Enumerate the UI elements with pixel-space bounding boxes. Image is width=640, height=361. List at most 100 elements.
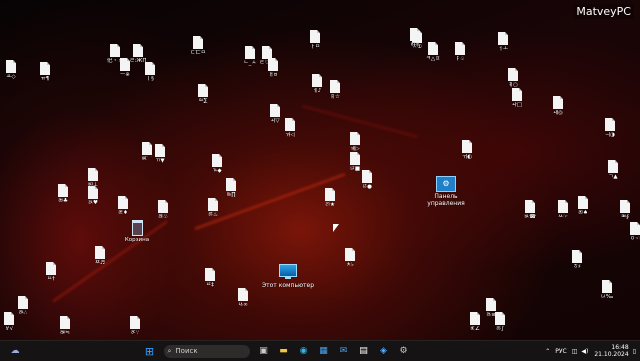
file-shortcut[interactable]: ㅳ∠ (452, 312, 498, 332)
file-label: ㅫ≒ (60, 330, 70, 336)
file-shortcut[interactable]: ㄵ■ (332, 152, 378, 172)
file-shortcut[interactable]: ㄳ◆ (194, 154, 240, 174)
file-label: ㄳ◆ (212, 168, 222, 174)
file-label: ㅣ§ (146, 76, 154, 82)
file-shortcut[interactable]: ㅴ⊥ (70, 168, 116, 188)
file-shortcut[interactable]: ㅦ‡ (187, 268, 233, 288)
file-label: ㅏㅁ (309, 44, 321, 50)
start-button[interactable]: ⊞ (143, 344, 157, 358)
file-shortcut[interactable]: ㅆ☞ (540, 200, 586, 220)
file-shortcut[interactable]: ㅇ☜ (612, 222, 640, 242)
document-icon (362, 170, 372, 183)
file-shortcut[interactable]: ㅠ¶ (22, 62, 68, 82)
language-indicator[interactable]: РУС (555, 348, 566, 355)
task-view-icon[interactable]: ▣ (257, 344, 271, 358)
settings-icon[interactable]: ⚙ (397, 344, 411, 358)
file-shortcut[interactable]: ㅣ§ (127, 62, 173, 82)
file-label: ㅨ∞ (238, 302, 248, 308)
file-shortcut[interactable]: ㅫ≒ (42, 316, 88, 336)
document-icon (508, 68, 518, 81)
file-label: ㅥ† (47, 276, 55, 282)
file-shortcut[interactable]: ㅏㅁ (292, 30, 338, 50)
file-label: ㅢ◑ (605, 132, 615, 138)
file-shortcut[interactable]: ㅱ√ (0, 312, 32, 332)
file-shortcut[interactable]: ㅰ∏ (208, 178, 254, 198)
file-label: ㅐ¤ (268, 72, 278, 78)
document-icon (95, 246, 105, 259)
file-shortcut[interactable]: ㅊ♭ (327, 248, 373, 268)
file-shortcut[interactable]: ㅮ∮ (602, 200, 640, 220)
file-shortcut[interactable]: ㅝ◁ (267, 118, 313, 138)
file-shortcut[interactable]: ㅘ□ (494, 88, 540, 108)
document-icon (345, 248, 355, 261)
document-icon (142, 142, 152, 155)
file-shortcut[interactable]: ㅉ♬ (77, 246, 123, 266)
file-shortcut[interactable]: ㅑ♤ (437, 42, 483, 62)
file-shortcut[interactable]: ㅙ◎ (535, 96, 581, 116)
clock[interactable]: 16:48 21.10.2024 (594, 344, 628, 358)
notifications-icon[interactable]: ▯ (633, 348, 636, 355)
file-shortcut[interactable]: ㅞ▷ (332, 132, 378, 152)
clock-time: 16:48 (611, 344, 629, 351)
chevron-up-icon[interactable]: ⌃ (545, 348, 550, 355)
file-shortcut[interactable]: ㅢ◑ (587, 118, 633, 138)
file-label: ㅀ♨ (208, 212, 218, 218)
control-panel-icon: ⚙ (436, 176, 456, 192)
recycle-bin-shortcut[interactable]: Корзина (114, 220, 160, 243)
file-shortcut[interactable]: ㅀ♨ (190, 198, 236, 218)
this-pc-shortcut[interactable]: Этот компьютер (260, 264, 316, 289)
file-shortcut[interactable]: ㅟ◐ (444, 140, 490, 160)
weather-widget-icon[interactable]: ☁ (8, 344, 22, 358)
document-icon (605, 118, 615, 131)
document-icon (212, 154, 222, 167)
document-icon (462, 140, 472, 153)
file-shortcut[interactable]: ㅲ∝ (392, 28, 438, 48)
search-box[interactable]: ⌕ Поиск (163, 344, 250, 358)
file-shortcut[interactable]: ㅎ♯ (554, 250, 600, 270)
file-shortcut[interactable]: ㅐ¤ (250, 58, 296, 78)
file-label: ㅑ♤ (455, 56, 465, 62)
file-label: ㅲ∝ (410, 42, 420, 48)
file-shortcut[interactable]: ㄱ▲ (590, 160, 636, 180)
volume-icon[interactable]: ◀) (581, 348, 588, 355)
network-icon[interactable]: ◫ (572, 348, 578, 355)
document-icon (208, 198, 218, 211)
file-label: ㄺ★ (325, 202, 335, 208)
file-shortcut[interactable]: ㅥ† (28, 262, 74, 282)
file-shortcut[interactable]: ㅧ‰ (584, 280, 630, 300)
file-label: ㅒ☆ (330, 94, 340, 100)
document-icon (40, 62, 50, 75)
mail-icon[interactable]: ✉ (337, 344, 351, 358)
file-shortcut[interactable]: ㄿ♧ (140, 200, 186, 220)
control-panel-shortcut[interactable]: ⚙ Панель управления (418, 176, 474, 207)
file-label: ㅇ☜ (630, 236, 640, 242)
document-icon (572, 250, 582, 263)
document-icon (6, 60, 16, 73)
file-label: ㄱ▲ (608, 174, 618, 180)
file-shortcut[interactable]: ㅨ∞ (220, 288, 266, 308)
edge-browser-icon[interactable]: ◉ (297, 344, 311, 358)
document-icon (18, 296, 28, 309)
document-icon (133, 44, 143, 57)
file-shortcut[interactable]: ㅪ∵ (112, 316, 158, 336)
file-shortcut[interactable]: ㅖ○ (490, 68, 536, 88)
file-shortcut[interactable]: ㅵ⌒ (124, 142, 170, 162)
document-icon (558, 200, 568, 213)
photos-icon[interactable]: ◈ (377, 344, 391, 358)
document-icon (310, 30, 320, 43)
file-label: ㅳ∠ (470, 326, 480, 332)
document-icon (4, 312, 14, 325)
mouse-cursor-icon (333, 224, 339, 232)
recycle-bin-icon (131, 220, 143, 236)
file-shortcut[interactable]: ㅒ☆ (312, 80, 358, 100)
microsoft-store-icon[interactable]: ▦ (317, 344, 331, 358)
file-shortcut[interactable]: ㅯ∑ (180, 84, 226, 104)
file-explorer-icon[interactable]: ▬ (277, 344, 291, 358)
file-shortcut[interactable]: ㄷ亡ㅁ (175, 36, 221, 56)
file-shortcut[interactable]: ㄺ★ (307, 188, 353, 208)
recycle-bin-label: Корзина (124, 237, 150, 243)
desktop: MatveyPC 㐶・ㅊ ㄹ:ЖП ㄷ亡ㅁ ㄴ_ㅅ ㅌ♡ㅂ ㅏㅁ ㅈ① ㅋ△ㅍ ㅑ♤ ㅓㅗ ㅛ◇ ㅠ¶… (0, 0, 640, 340)
calendar-icon[interactable]: ▤ (357, 344, 371, 358)
file-shortcut[interactable]: ㅓㅗ (480, 32, 526, 52)
file-shortcut[interactable]: ㄶ● (344, 170, 390, 190)
